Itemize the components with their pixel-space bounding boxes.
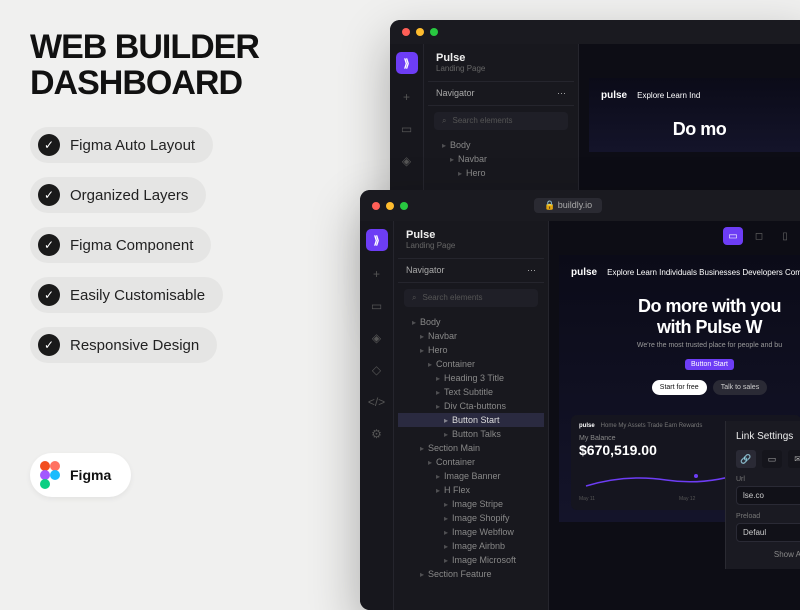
tree-node[interactable]: ▸Image Stripe [398,497,544,511]
figma-icon [40,461,60,489]
close-icon[interactable] [372,202,380,210]
inspector-panel: Link Settings 🔗 ▭ ✉ 📞 Url lse.co Preload… [725,421,800,569]
site-nav: pulse Explore Learn Ind [601,90,798,101]
tablet-icon[interactable]: ▯ [775,227,795,245]
device-toolbar: ▭ ◻ ▯ ▮ 144 [723,227,800,245]
feature-pill: ✓ Easily Customisable [30,277,223,313]
tree-node[interactable]: ▸Image Banner [398,469,544,483]
layers-icon[interactable]: ◈ [368,329,386,347]
tree-node[interactable]: ▸Navbar [428,152,574,166]
project-name: Pulse [406,229,536,241]
address-bar[interactable]: 🔒 buildly.io [534,198,602,213]
tree-node[interactable]: ▸Hero [428,166,574,180]
tree-node[interactable]: ▸Image Microsoft [398,553,544,567]
window-front: 🔒 buildly.io ⟫ + ▭ ◈ ◇ </> ⚙ Pulse Landi… [360,190,800,610]
code-icon[interactable]: </> [368,393,386,411]
tree-node[interactable]: ▸Image Airbnb [398,539,544,553]
url-input[interactable]: lse.co [736,486,800,505]
navigator-header: Navigator⋯ [428,81,574,106]
link-icon[interactable]: 🔗 [736,450,756,468]
maximize-icon[interactable] [400,202,408,210]
figma-label: Figma [70,467,111,483]
search-icon: ⌕ [412,293,416,303]
tree-node[interactable]: ▸Hero [398,343,544,357]
tree-node[interactable]: ▸Button Start [398,413,544,427]
tree-node[interactable]: ▸Heading 3 Title [398,371,544,385]
tree-node[interactable]: ▸H Flex [398,483,544,497]
check-icon: ✓ [38,234,60,256]
site-nav: pulse Explore Learn Individuals Business… [571,267,800,278]
minimize-icon[interactable] [386,202,394,210]
titlebar: 🔒 buildly.io [360,190,800,221]
close-icon[interactable] [402,28,410,36]
search-icon: ⌕ [442,116,446,126]
tree-node[interactable]: ▸Section Feature [398,567,544,581]
page-icon[interactable]: ▭ [398,120,416,138]
feature-pill: ✓ Responsive Design [30,327,217,363]
page-link-icon[interactable]: ▭ [762,450,782,468]
tree-node[interactable]: ▸Button Talks [398,427,544,441]
tree-node[interactable]: ▸Text Subtitle [398,385,544,399]
page-name: Landing Page [406,241,536,250]
mail-icon[interactable]: ✉ [788,450,800,468]
promo-title: WEB BUILDERDASHBOARD [30,30,360,101]
preload-label: Preload [736,513,800,520]
url-label: Url [736,476,800,483]
show-all-button[interactable]: Show All S [736,550,800,559]
preload-select[interactable]: Defaul [736,523,800,542]
components-icon[interactable]: ◇ [368,361,386,379]
desktop-icon[interactable]: ▭ [723,227,743,245]
feature-text: Easily Customisable [70,287,205,304]
tree-node[interactable]: ▸Body [428,138,574,152]
feature-pill: ✓ Figma Component [30,227,211,263]
left-rail: ⟫ + ▭ ◈ ◇ </> ⚙ [360,221,394,610]
feature-list: ✓ Figma Auto Layout ✓ Organized Layers ✓ Figm… [30,127,360,363]
page-name: Landing Page [436,64,566,73]
check-icon: ✓ [38,334,60,356]
tree-node[interactable]: ▸Body [398,315,544,329]
tree-node[interactable]: ▸Section Main [398,441,544,455]
tree-node[interactable]: ▸Navbar [398,329,544,343]
search-input[interactable]: ⌕Search elements [404,289,538,307]
layers-icon[interactable]: ◈ [398,152,416,170]
app-logo-icon[interactable]: ⟫ [396,52,418,74]
hero-heading: Do more with youwith Pulse W [571,296,800,338]
navigator-header: Navigator⋯ [398,258,544,283]
feature-text: Figma Auto Layout [70,137,195,154]
inspector-title: Link Settings [736,431,800,442]
search-input[interactable]: ⌕Search elements [434,112,568,130]
minimize-icon[interactable] [416,28,424,36]
project-name: Pulse [436,52,566,64]
plus-icon[interactable]: + [398,88,416,106]
tree-node[interactable]: ▸Div Cta-buttons [398,399,544,413]
feature-pill: ✓ Organized Layers [30,177,206,213]
feature-text: Organized Layers [70,187,188,204]
more-icon[interactable]: ⋯ [527,265,536,276]
titlebar [390,20,800,44]
tree-node[interactable]: ▸Container [398,357,544,371]
hero-subtitle: We're the most trusted place for people … [571,342,800,349]
feature-pill: ✓ Figma Auto Layout [30,127,213,163]
settings-icon[interactable]: ⚙ [368,425,386,443]
check-icon: ✓ [38,134,60,156]
figma-badge: Figma [30,453,131,497]
hero-text: Do mo [601,119,798,140]
tree-node[interactable]: ▸Image Shopify [398,511,544,525]
start-button[interactable]: Start for free [652,380,707,395]
tree-node[interactable]: ▸Image Webflow [398,525,544,539]
selection-tag[interactable]: Button Start [685,359,734,370]
app-logo-icon[interactable]: ⟫ [366,229,388,251]
tree-node[interactable]: ▸Container [398,455,544,469]
page-icon[interactable]: ▭ [368,297,386,315]
check-icon: ✓ [38,284,60,306]
sales-button[interactable]: Talk to sales [713,380,768,395]
feature-text: Figma Component [70,237,193,254]
plus-icon[interactable]: + [368,265,386,283]
laptop-icon[interactable]: ◻ [749,227,769,245]
feature-text: Responsive Design [70,337,199,354]
maximize-icon[interactable] [430,28,438,36]
more-icon[interactable]: ⋯ [557,88,566,99]
check-icon: ✓ [38,184,60,206]
